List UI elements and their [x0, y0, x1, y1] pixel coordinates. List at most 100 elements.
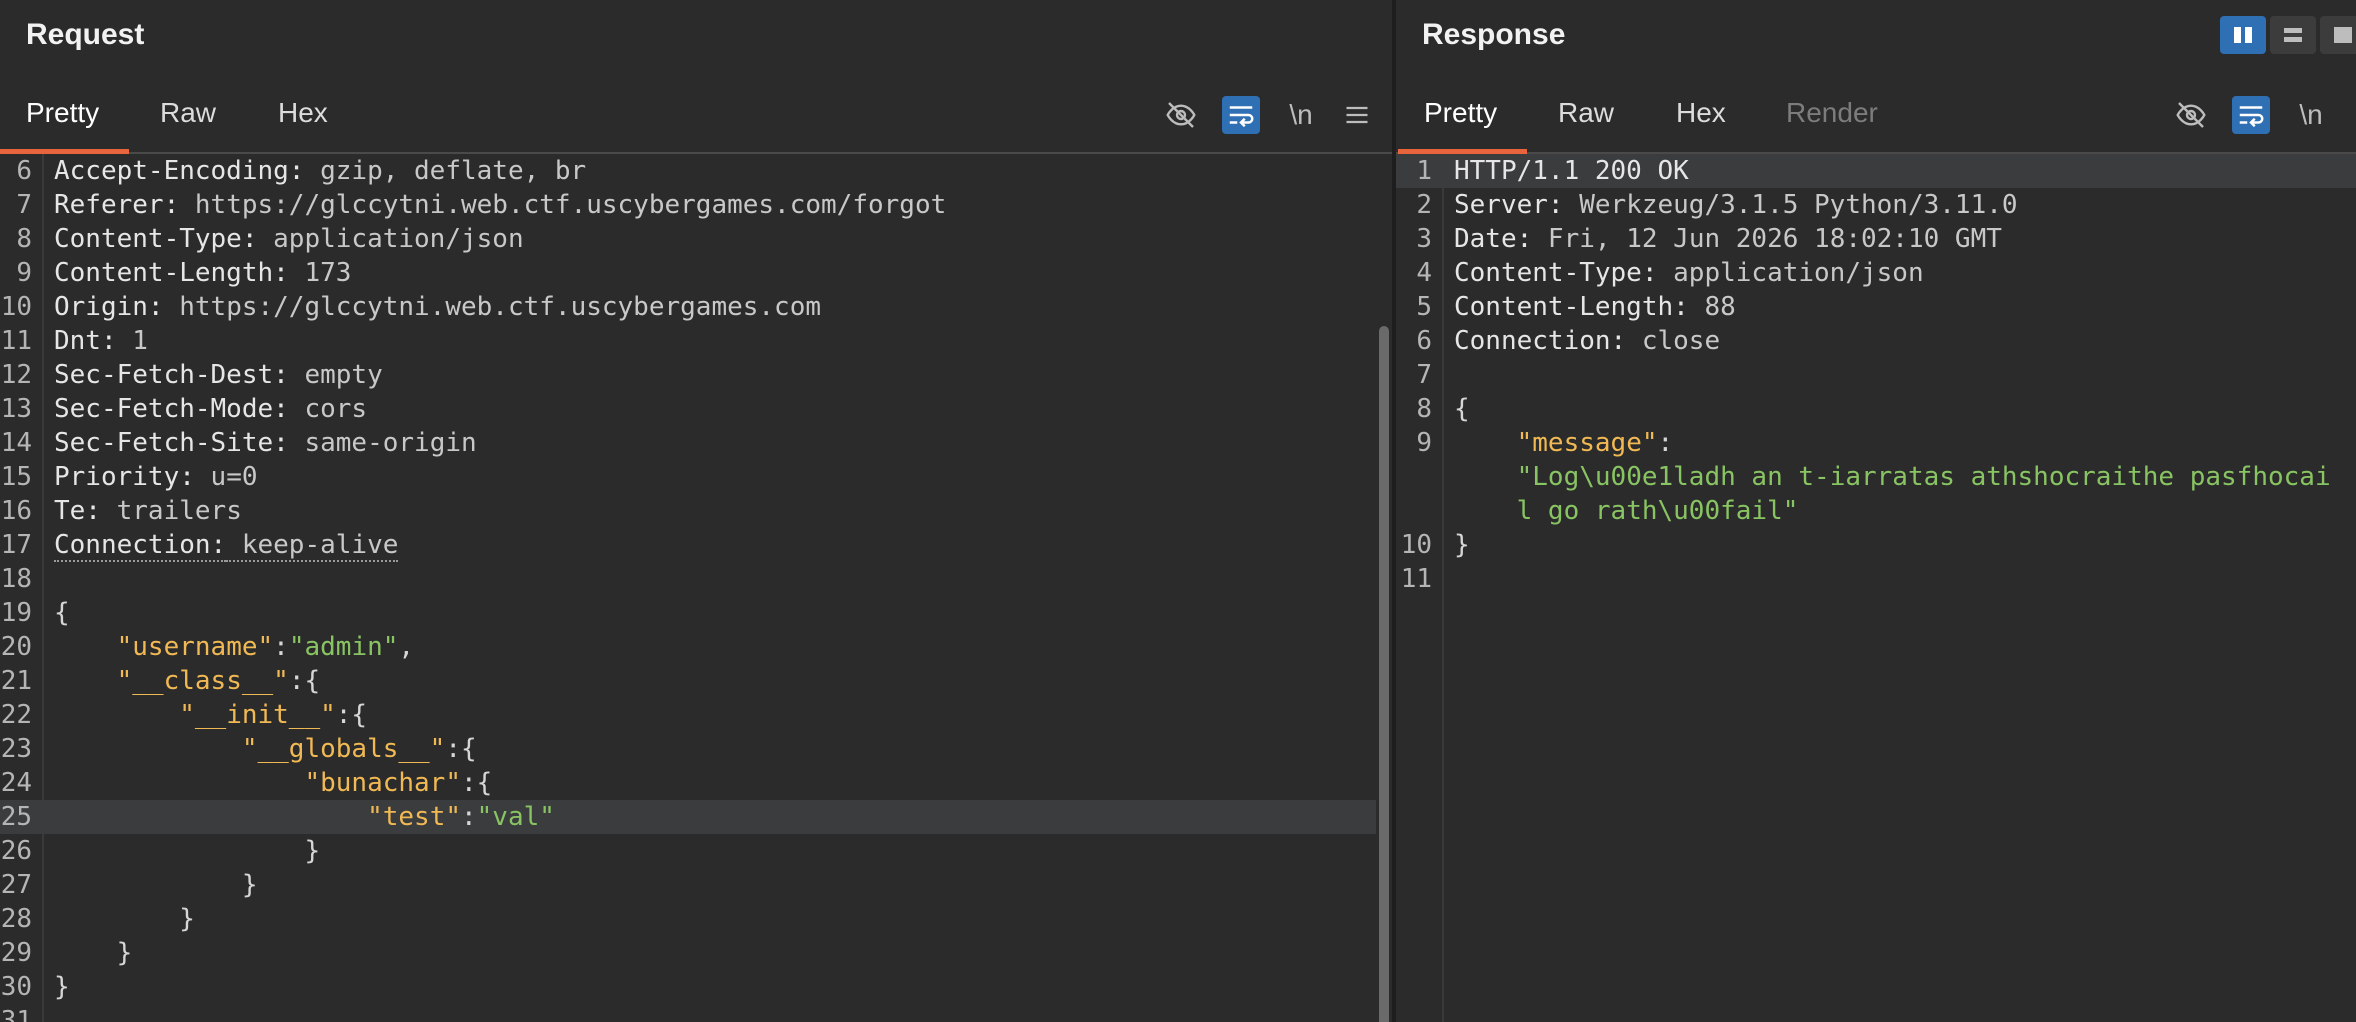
code-line[interactable]: 5 Content-Length: 88	[1396, 290, 2356, 324]
code-line[interactable]: 22 "__init__":{	[0, 698, 1376, 732]
line-number: 10	[1400, 530, 1432, 560]
code-line[interactable]: 3 Date: Fri, 12 Jun 2026 18:02:10 GMT	[1396, 222, 2356, 256]
code-line[interactable]: 16 Te: trailers	[0, 494, 1376, 528]
line-content: Content-Length: 173	[54, 256, 351, 290]
code-line[interactable]: 18	[0, 562, 1376, 596]
line-content: Content-Length: 88	[1454, 290, 1736, 324]
wrap-lines-icon[interactable]	[2232, 96, 2270, 134]
line-number: 11	[0, 326, 32, 356]
code-line[interactable]: 25 "test":"val"	[0, 800, 1376, 834]
code-line[interactable]: 7	[1396, 358, 2356, 392]
code-line[interactable]: 12 Sec-Fetch-Dest: empty	[0, 358, 1376, 392]
request-tab-hex[interactable]: Hex	[278, 96, 328, 152]
header-name: Referer:	[54, 190, 180, 220]
code-line[interactable]: 6 Connection: close	[1396, 324, 2356, 358]
code-line[interactable]: 14 Sec-Fetch-Site: same-origin	[0, 426, 1376, 460]
eye-off-icon[interactable]	[2172, 96, 2210, 134]
line-number: 14	[0, 428, 32, 458]
code-line[interactable]: "Log\u00e1ladh an t-iarratas athshocrait…	[1396, 460, 2356, 494]
line-content: "__globals__":{	[54, 732, 477, 766]
line-number: 8	[16, 224, 32, 254]
line-number: 30	[0, 972, 32, 1002]
header-value: 88	[1688, 292, 1736, 322]
code-line[interactable]: 24 "bunachar":{	[0, 766, 1376, 800]
code-line[interactable]: 29 }	[0, 936, 1376, 970]
code-line[interactable]: 6 Accept-Encoding: gzip, deflate, br	[0, 154, 1376, 188]
line-content: Content-Type: application/json	[1454, 256, 1924, 290]
response-tab-hex[interactable]: Hex	[1676, 96, 1726, 152]
code-line[interactable]: 11	[1396, 562, 2356, 596]
line-content: {	[1454, 392, 1470, 426]
header-value: application/json	[257, 224, 524, 254]
response-tab-raw[interactable]: Raw	[1558, 96, 1614, 152]
json-punctuation: }	[116, 938, 133, 968]
code-line[interactable]: 27 }	[0, 868, 1376, 902]
header-name: Content-Length:	[1454, 292, 1689, 322]
code-line[interactable]: 31	[0, 1004, 1376, 1022]
response-tab-render[interactable]: Render	[1786, 96, 1878, 152]
request-scroll-thumb[interactable]	[1379, 326, 1389, 1022]
code-line[interactable]: 7 Referer: https://glccytni.web.ctf.uscyb…	[0, 188, 1376, 222]
hamburger-menu-icon[interactable]	[1338, 96, 1376, 134]
code-line[interactable]: 9 Content-Length: 173	[0, 256, 1376, 290]
json-punctuation: }	[54, 972, 70, 1002]
response-tab-pretty[interactable]: Pretty	[1397, 96, 1528, 154]
line-content: }	[54, 970, 70, 1004]
json-punctuation: ,	[398, 632, 415, 662]
line-content: }	[54, 834, 320, 868]
line-content: "message":	[1454, 426, 1674, 460]
code-line[interactable]: 11 Dnt: 1	[0, 324, 1376, 358]
header-value: 173	[288, 258, 352, 288]
newline-toggle[interactable]: \n	[2292, 96, 2330, 134]
request-scrollbar[interactable]	[1376, 154, 1392, 1022]
single-pane-icon[interactable]	[2320, 16, 2356, 54]
code-line[interactable]: 1 HTTP/1.1 200 OK	[1396, 154, 2356, 188]
code-line[interactable]: 9 "message":	[1396, 426, 2356, 460]
line-content: HTTP/1.1 200 OK	[1454, 154, 1689, 188]
line-number: 24	[0, 768, 32, 798]
header-value: close	[1626, 326, 1721, 356]
code-line[interactable]: 17 Connection: keep-alive	[0, 528, 1376, 562]
split-columns-icon[interactable]	[2220, 16, 2266, 54]
request-tab-raw[interactable]: Raw	[160, 96, 216, 152]
code-line[interactable]: 30}	[0, 970, 1376, 1004]
code-line[interactable]: 10}	[1396, 528, 2356, 562]
code-line[interactable]: 2 Server: Werkzeug/3.1.5 Python/3.11.0	[1396, 188, 2356, 222]
newline-toggle[interactable]: \n	[1282, 96, 1320, 134]
code-line[interactable]: 23 "__globals__":{	[0, 732, 1376, 766]
line-number: 31	[0, 1006, 32, 1022]
header-value: same-origin	[288, 428, 477, 458]
code-line[interactable]: 21 "__class__":{	[0, 664, 1376, 698]
split-rows-icon[interactable]	[2270, 16, 2316, 54]
code-line[interactable]: 8 Content-Type: application/json	[0, 222, 1376, 256]
line-number: 16	[0, 496, 32, 526]
response-title: Response	[1422, 18, 1566, 51]
json-key: "test"	[367, 802, 461, 832]
header-value: https://glccytni.web.ctf.uscybergames.co…	[163, 292, 822, 322]
line-number: 6	[1416, 326, 1432, 356]
code-line[interactable]: 8{	[1396, 392, 2356, 426]
json-punctuation: {	[1454, 394, 1470, 424]
code-line[interactable]: l go rath\u00fail"	[1396, 494, 2356, 528]
response-editor[interactable]: 1 HTTP/1.1 200 OK 2 Server: Werkzeug/3.1.5 …	[1396, 154, 2356, 1022]
code-line[interactable]: 26 }	[0, 834, 1376, 868]
wrap-lines-icon[interactable]	[1222, 96, 1260, 134]
line-content: l go rath\u00fail"	[1454, 494, 1799, 528]
code-line[interactable]: 10 Origin: https://glccytni.web.ctf.uscyb…	[0, 290, 1376, 324]
request-editor[interactable]: 6 Accept-Encoding: gzip, deflate, br 7 Refe…	[0, 154, 1392, 1022]
line-content: "bunachar":{	[54, 766, 492, 800]
json-punctuation: :{	[335, 700, 368, 730]
code-line[interactable]: 19 {	[0, 596, 1376, 630]
code-line[interactable]: 28 }	[0, 902, 1376, 936]
json-punctuation: }	[179, 904, 195, 934]
request-tab-pretty[interactable]: Pretty	[0, 96, 130, 154]
line-content: "test":"val"	[54, 800, 555, 834]
header-value: https://glccytni.web.ctf.uscybergames.co…	[179, 190, 947, 220]
eye-off-icon[interactable]	[1162, 96, 1200, 134]
code-line[interactable]: 20 "username":"admin",	[0, 630, 1376, 664]
code-line[interactable]: 13 Sec-Fetch-Mode: cors	[0, 392, 1376, 426]
code-line[interactable]: 15 Priority: u=0	[0, 460, 1376, 494]
code-line[interactable]: 4 Content-Type: application/json	[1396, 256, 2356, 290]
line-content: Sec-Fetch-Dest: empty	[54, 358, 383, 392]
header-name: Content-Type:	[54, 224, 258, 254]
